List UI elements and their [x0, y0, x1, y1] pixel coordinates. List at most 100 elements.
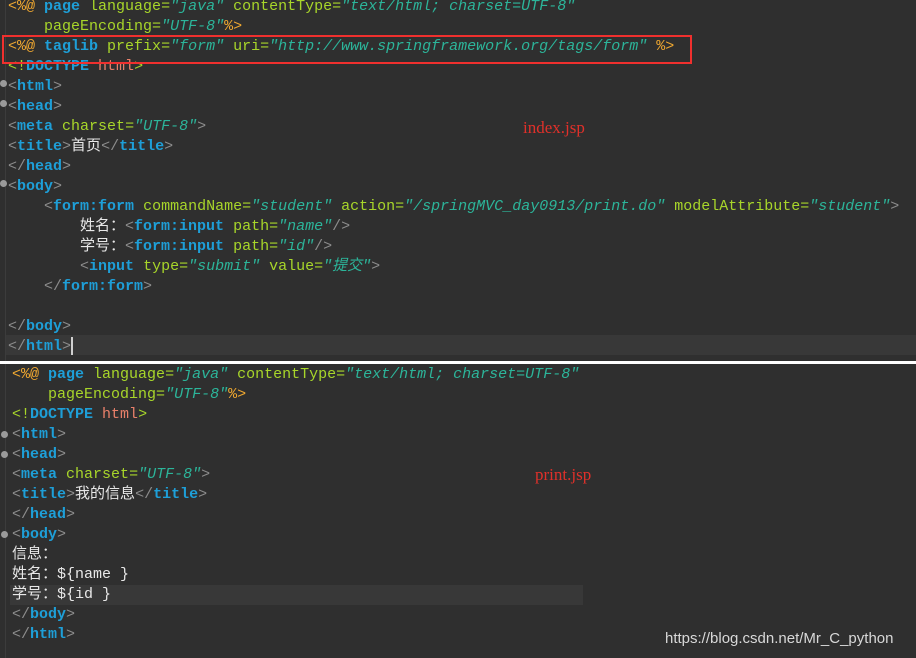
code-token: <	[125, 238, 135, 255]
code-token: form:form	[62, 278, 144, 295]
code-token: body	[26, 318, 63, 335]
code-token: title	[17, 138, 63, 155]
code-token: >	[201, 466, 211, 483]
file-label: index.jsp	[523, 118, 585, 137]
code-token: <	[8, 98, 18, 115]
code-token: >	[62, 138, 72, 155]
code-token: "提交"	[323, 258, 372, 275]
code-token: 信息：	[12, 546, 58, 563]
code-line: <html>	[12, 425, 66, 445]
code-token: =	[314, 258, 324, 275]
code-token: title	[153, 486, 199, 503]
watermark: https://blog.csdn.net/Mr_C_python	[665, 630, 894, 647]
code-token: "/springMVC_day0913/print.do"	[404, 198, 666, 215]
code-token: "id"	[278, 238, 315, 255]
code-token: <%@	[8, 0, 45, 15]
code-token: <	[8, 178, 18, 195]
code-token: input	[89, 258, 135, 275]
code-token: =	[161, 0, 171, 15]
code-token: </	[8, 318, 27, 335]
code-line: 姓名：${name }	[12, 565, 129, 585]
code-token: "UTF-8"	[165, 386, 229, 403]
code-token: DOCTYPE	[30, 406, 94, 423]
code-token: page	[48, 366, 85, 383]
code-token: <	[12, 426, 22, 443]
code-line: <%@ page language="java" contentType="te…	[12, 365, 579, 385]
code-line: <meta charset="UTF-8">	[8, 117, 206, 137]
code-token: charset	[62, 118, 126, 135]
highlight-box	[2, 35, 692, 64]
code-token: title	[119, 138, 165, 155]
code-token: =	[165, 366, 175, 383]
code-token: body	[21, 526, 58, 543]
fold-icon[interactable]	[1, 451, 8, 458]
code-token: <!	[12, 406, 31, 423]
code-token: >	[143, 278, 153, 295]
code-token: >	[197, 118, 207, 135]
code-line: </body>	[8, 317, 71, 337]
code-token: >	[164, 138, 174, 155]
code-token: language	[89, 0, 162, 15]
code-token: >	[53, 78, 63, 95]
fold-icon[interactable]	[0, 180, 7, 187]
code-token: 姓名：${name }	[12, 566, 130, 583]
code-token: <	[12, 526, 22, 543]
code-line: <body>	[8, 177, 62, 197]
code-line: 学号：<form:input path="id"/>	[8, 237, 332, 257]
fold-icon[interactable]	[1, 531, 8, 538]
code-line: <%@ page language="java" contentType="te…	[8, 0, 575, 17]
code-token: pageEncoding	[44, 18, 153, 35]
code-token: html	[30, 626, 67, 643]
code-token: >	[66, 606, 76, 623]
code-token: 学号：	[8, 238, 126, 255]
code-token: "text/html; charset=UTF-8"	[345, 366, 580, 383]
code-token: </	[8, 158, 27, 175]
fold-icon[interactable]	[0, 80, 7, 87]
code-token: >	[53, 98, 63, 115]
code-line: <title>我的信息</title>	[12, 485, 207, 505]
code-line: </body>	[12, 605, 75, 625]
code-token: "student"	[809, 198, 891, 215]
code-token: "java"	[170, 0, 225, 15]
editor-index-jsp[interactable]: <%@ page language="java" contentType="te…	[0, 0, 916, 361]
code-token: "java"	[174, 366, 229, 383]
code-line: </head>	[8, 157, 71, 177]
fold-icon[interactable]	[0, 100, 7, 107]
code-token: =	[269, 238, 279, 255]
code-token: >	[62, 158, 72, 175]
code-token: value	[269, 258, 315, 275]
code-token: <%@	[12, 366, 49, 383]
code-token: </	[135, 486, 154, 503]
code-token: %>	[228, 386, 247, 403]
code-token: commandName	[143, 198, 243, 215]
editor-print-jsp[interactable]: <%@ page language="java" contentType="te…	[0, 364, 916, 658]
code-token: modelAttribute	[674, 198, 801, 215]
code-token: <	[80, 258, 90, 275]
code-token: <	[12, 486, 22, 503]
code-token: =	[129, 466, 139, 483]
code-line: <head>	[8, 97, 62, 117]
code-token: 姓名：	[8, 218, 126, 235]
code-token: =	[152, 18, 162, 35]
code-token: body	[30, 606, 67, 623]
code-token: html	[17, 78, 54, 95]
code-token: action	[341, 198, 396, 215]
code-token: </	[12, 606, 31, 623]
code-token: %>	[224, 18, 243, 35]
code-token: >	[66, 626, 76, 643]
code-token: =	[125, 118, 135, 135]
code-line: <body>	[12, 525, 66, 545]
fold-icon[interactable]	[1, 431, 8, 438]
code-token: body	[17, 178, 54, 195]
code-line: 姓名：<form:input path="name"/>	[8, 217, 350, 237]
code-line: </html>	[8, 337, 74, 357]
code-token: html	[26, 338, 63, 355]
